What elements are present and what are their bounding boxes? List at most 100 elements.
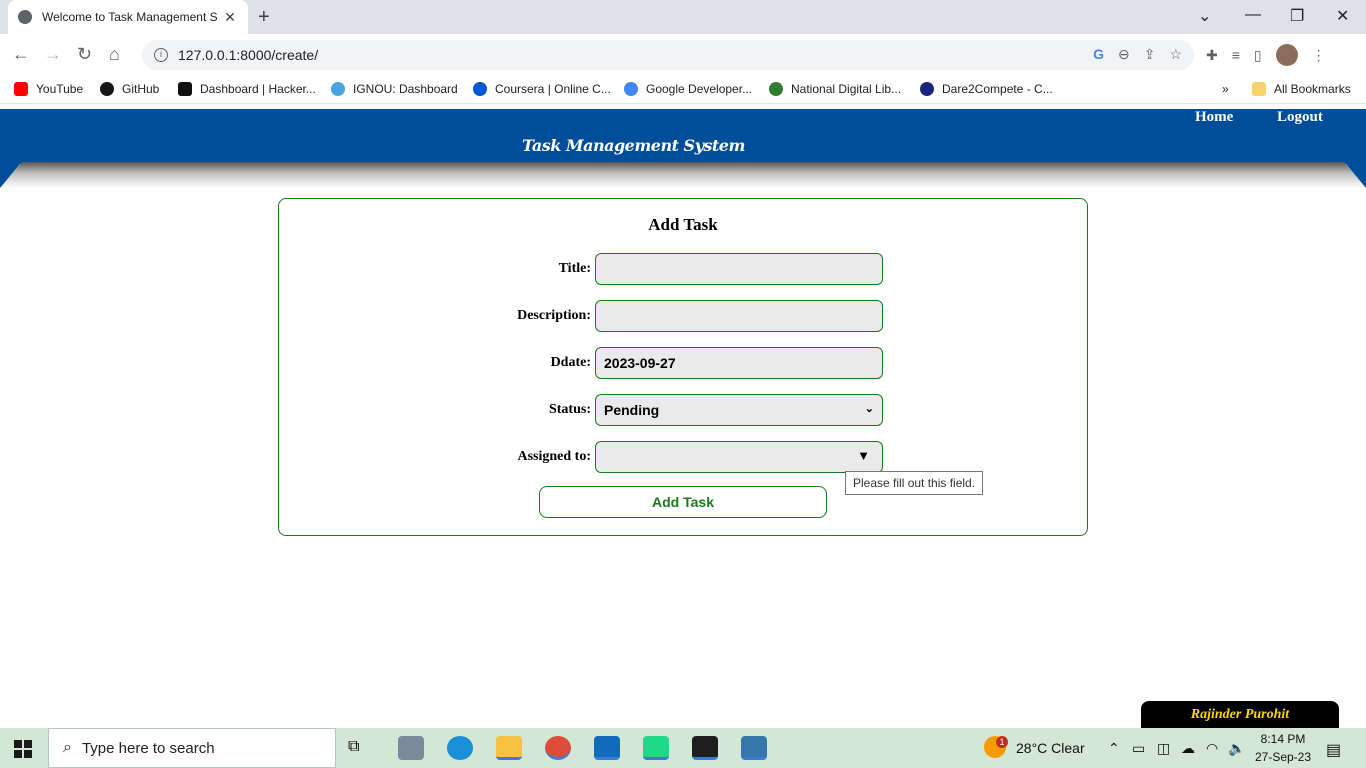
nav-logout-link[interactable]: Logout	[1277, 109, 1323, 126]
python-icon[interactable]	[741, 736, 767, 760]
bookmark-github[interactable]: GitHub	[100, 82, 159, 96]
bookmarks-bar: YouTube GitHub Dashboard | Hacker... IGN…	[0, 76, 1366, 104]
hackerrank-icon	[178, 82, 192, 96]
bookmark-dare2compete[interactable]: Dare2Compete - C...	[920, 82, 1053, 96]
add-task-button[interactable]: Add Task	[539, 486, 827, 518]
notifications-icon[interactable]: ▤	[1326, 740, 1341, 760]
url-text: 127.0.0.1:8000/create/	[178, 47, 319, 63]
forward-icon[interactable]: →	[44, 44, 62, 65]
windows-taskbar: ⌕ Type here to search ⧉ 1 28°C Clear ⌃ ▭…	[0, 728, 1366, 768]
description-label: Description:	[517, 308, 591, 323]
terminal-icon[interactable]	[692, 736, 718, 760]
title-row: Title:	[279, 253, 1087, 285]
description-row: Description:	[279, 300, 1087, 332]
task-view-icon[interactable]: ⧉	[348, 738, 374, 762]
onedrive-icon[interactable]: ☁	[1181, 740, 1195, 757]
header-right-flap	[1346, 164, 1366, 188]
profile-avatar[interactable]	[1275, 44, 1298, 66]
google-icon	[624, 82, 638, 96]
tab-title: Welcome to Task Management S	[42, 10, 218, 24]
bookmark-ndl[interactable]: National Digital Lib...	[769, 82, 901, 96]
weather-text[interactable]: 28°C Clear	[1016, 740, 1085, 756]
status-select[interactable]: Pending ⌄	[595, 394, 883, 426]
tray-overflow-icon[interactable]: ⌃	[1108, 740, 1120, 757]
header-shadow	[0, 162, 1366, 188]
bookmark-google-developers[interactable]: Google Developer...	[624, 82, 752, 96]
ddate-row: Ddate: 2023-09-27	[279, 347, 1087, 379]
assigned-label: Assigned to:	[517, 449, 591, 464]
window-close-icon[interactable]: ✕	[1336, 6, 1349, 26]
search-placeholder: Type here to search	[81, 739, 215, 757]
ddate-value: 2023-09-27	[604, 355, 676, 371]
ndl-icon	[769, 82, 783, 96]
globe-icon	[18, 10, 32, 24]
bookmark-ignou[interactable]: IGNOU: Dashboard	[331, 82, 458, 96]
ignou-icon	[331, 82, 345, 96]
title-input[interactable]	[595, 253, 883, 285]
back-icon[interactable]: ←	[12, 44, 30, 65]
clock-date: 27-Sep-23	[1254, 750, 1312, 764]
status-row: Status: Pending ⌄	[279, 394, 1087, 426]
tab-search-chevron-icon[interactable]: ⌄	[1198, 6, 1211, 26]
status-value: Pending	[604, 402, 660, 418]
wifi-icon[interactable]: ◠	[1206, 740, 1218, 757]
windows-start-icon[interactable]	[14, 740, 32, 758]
form-heading: Add Task	[648, 215, 718, 234]
edge-icon[interactable]	[447, 736, 473, 760]
outlook-icon[interactable]	[594, 736, 620, 760]
pycharm-icon[interactable]	[643, 736, 669, 760]
camera-app-icon[interactable]	[398, 736, 424, 760]
signature-badge: Rajinder Purohit	[1141, 701, 1339, 729]
chrome-icon[interactable]	[545, 736, 571, 760]
youtube-icon	[14, 82, 28, 96]
menu-icon[interactable]: ⋮	[1312, 47, 1326, 64]
file-explorer-icon[interactable]	[496, 736, 522, 760]
reload-icon[interactable]: ↻	[77, 44, 92, 65]
restore-icon[interactable]: ❐	[1290, 6, 1304, 26]
browser-tabstrip: Welcome to Task Management S ✕ + ⌄ — ❐ ✕	[0, 0, 1366, 34]
bookmark-hackerrank[interactable]: Dashboard | Hacker...	[178, 82, 316, 96]
zoom-icon[interactable]: ⊖	[1118, 46, 1130, 63]
battery-icon[interactable]: ▭	[1132, 740, 1145, 757]
ddate-input[interactable]: 2023-09-27	[595, 347, 883, 379]
tab-close-icon[interactable]: ✕	[222, 9, 238, 26]
dropdown-triangle-icon: ▼	[857, 448, 870, 463]
taskbar-search[interactable]: ⌕ Type here to search	[48, 728, 336, 768]
reading-list-icon[interactable]: ≡	[1232, 47, 1240, 63]
search-icon: ⌕	[63, 739, 72, 756]
bookmark-star-icon[interactable]: ☆	[1169, 46, 1182, 63]
validation-tooltip: Please fill out this field.	[845, 471, 983, 495]
coursera-icon	[473, 82, 487, 96]
assigned-row: Assigned to: ▼	[279, 441, 1087, 473]
site-title: Task Management System	[522, 136, 745, 155]
bookmarks-overflow-icon[interactable]: »	[1222, 82, 1229, 96]
bookmark-coursera[interactable]: Coursera | Online C...	[473, 82, 611, 96]
github-icon	[100, 82, 114, 96]
meet-icon[interactable]: ◫	[1157, 740, 1170, 757]
nav-home-link[interactable]: Home	[1195, 109, 1233, 126]
volume-icon[interactable]: 🔈	[1228, 740, 1245, 757]
home-icon[interactable]: ⌂	[109, 44, 120, 65]
browser-tab[interactable]: Welcome to Task Management S ✕	[8, 0, 248, 34]
status-label: Status:	[548, 402, 591, 417]
header-left-flap	[0, 164, 20, 188]
site-info-icon[interactable]: i	[154, 48, 168, 62]
all-bookmarks[interactable]: All Bookmarks	[1252, 82, 1351, 96]
extensions-icon[interactable]: ✚	[1206, 47, 1218, 64]
address-bar[interactable]: i 127.0.0.1:8000/create/ G ⊖ ⇪ ☆	[142, 40, 1194, 70]
clock-time: 8:14 PM	[1260, 732, 1306, 746]
minimize-icon[interactable]: —	[1245, 6, 1261, 24]
side-panel-icon[interactable]: ▯	[1254, 47, 1262, 64]
bookmark-youtube[interactable]: YouTube	[14, 82, 83, 96]
taskbar-clock[interactable]: 8:14 PM 27-Sep-23	[1252, 730, 1314, 766]
folder-icon	[1252, 82, 1266, 96]
share-icon[interactable]: ⇪	[1144, 46, 1156, 63]
google-icon[interactable]: G	[1093, 46, 1104, 63]
ddate-label: Ddate:	[550, 355, 591, 370]
unstop-icon	[920, 82, 934, 96]
title-label: Title:	[558, 261, 591, 276]
chevron-down-icon: ⌄	[864, 403, 874, 415]
description-input[interactable]	[595, 300, 883, 332]
new-tab-icon[interactable]: +	[258, 6, 270, 29]
assigned-to-select[interactable]: ▼	[595, 441, 883, 473]
